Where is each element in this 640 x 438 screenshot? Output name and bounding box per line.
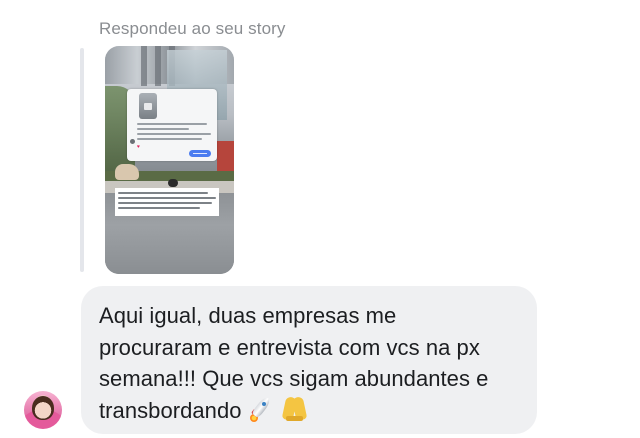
story-thumbnail[interactable]: ♥ xyxy=(105,46,234,274)
story-pillar xyxy=(155,46,161,86)
story-wall xyxy=(217,141,234,171)
quote-bar xyxy=(80,48,84,272)
inner-send-button xyxy=(189,150,211,157)
story-dog xyxy=(168,179,178,187)
message-text: Aqui igual, duas empresas me procuraram … xyxy=(99,300,519,426)
story-caption-box xyxy=(115,188,219,216)
story-dog xyxy=(115,164,139,180)
chat-screen: Respondeu ao seu story ♥ Aqui igual, dua… xyxy=(0,0,640,438)
inner-thumbnail xyxy=(139,93,157,119)
story-pillar xyxy=(141,46,147,86)
rocket-icon xyxy=(248,395,275,423)
folded-hands-icon xyxy=(281,395,308,422)
inner-text-lines xyxy=(137,123,211,143)
message-bubble[interactable]: Aqui igual, duas empresas me procuraram … xyxy=(81,286,537,434)
story-inner-chat-card: ♥ xyxy=(127,89,217,161)
sender-avatar[interactable] xyxy=(24,391,62,429)
inner-avatar xyxy=(130,139,135,144)
heart-icon: ♥ xyxy=(137,144,140,150)
story-reply-caption: Respondeu ao seu story xyxy=(99,19,286,38)
